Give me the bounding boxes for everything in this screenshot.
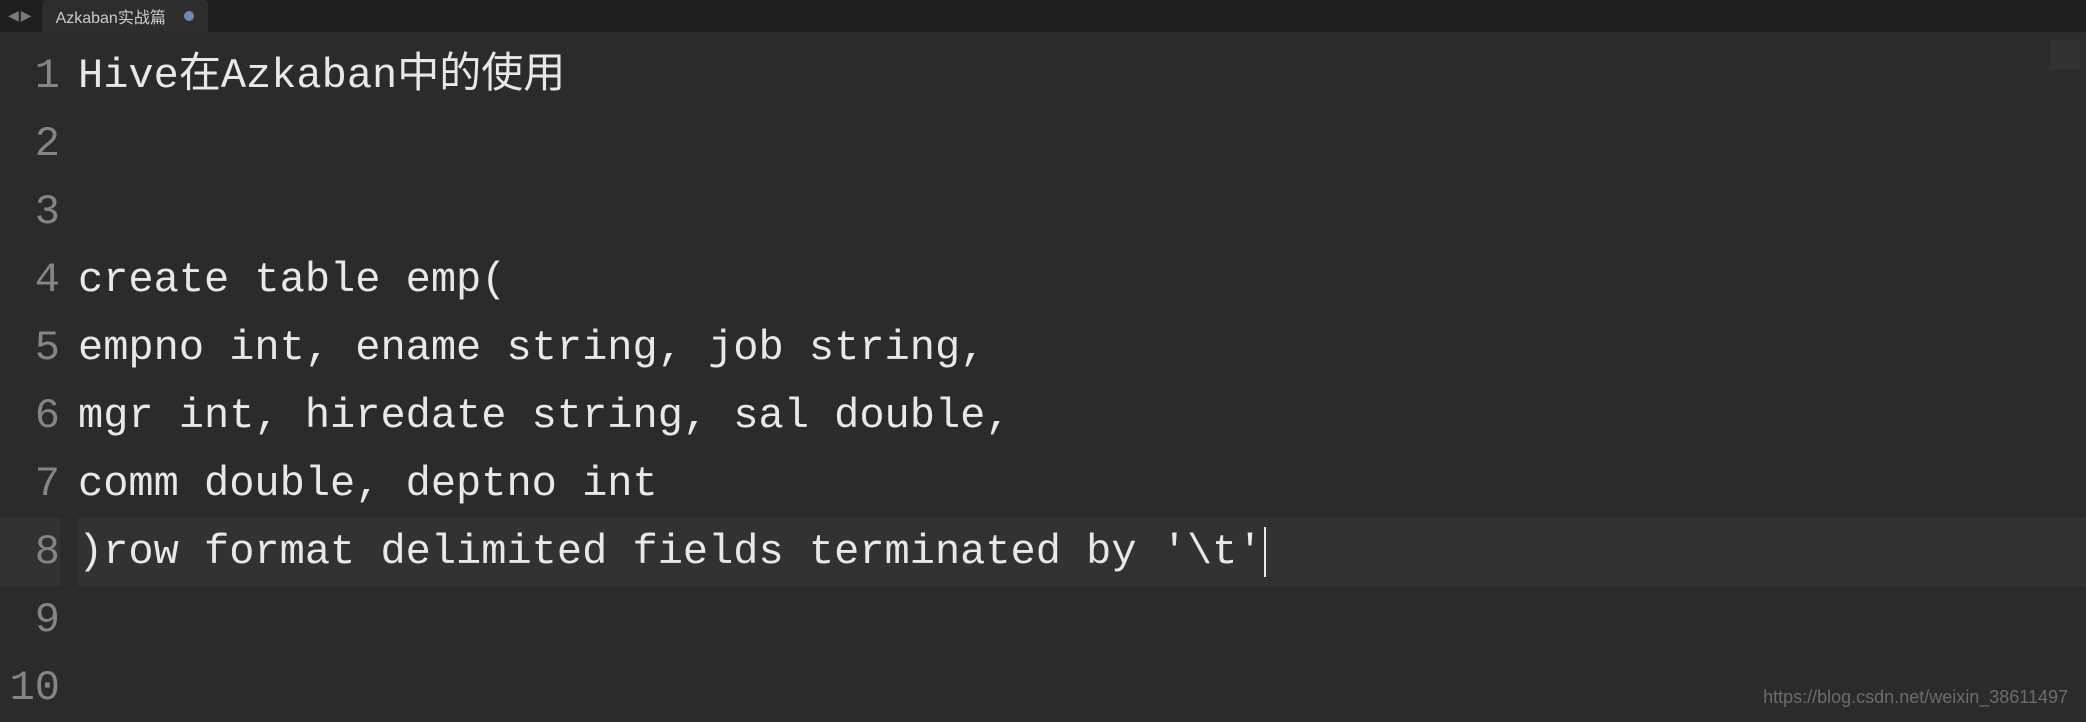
code-line: comm double, deptno int (78, 450, 2086, 518)
editor: 1 2 3 4 5 6 7 8 9 10 Hive在Azkaban中的使用 cr… (0, 32, 2086, 718)
code-line: empno int, ename string, job string, (78, 314, 2086, 382)
nav-back-icon[interactable]: ◀ (8, 8, 19, 25)
line-number: 4 (0, 246, 60, 314)
code-line (78, 586, 2086, 654)
line-number: 9 (0, 586, 60, 654)
line-number: 6 (0, 382, 60, 450)
line-number-gutter: 1 2 3 4 5 6 7 8 9 10 (0, 42, 78, 718)
code-line: create table emp( (78, 246, 2086, 314)
line-number: 2 (0, 110, 60, 178)
line-number: 3 (0, 178, 60, 246)
nav-forward-icon[interactable]: ▶ (21, 8, 32, 25)
line-number: 1 (0, 42, 60, 110)
line-number: 7 (0, 450, 60, 518)
line-number: 8 (0, 518, 60, 586)
text-cursor-icon (1264, 527, 1266, 577)
tab-bar: ◀ ▶ Azkaban实战篇 (0, 0, 2086, 32)
nav-arrows: ◀ ▶ (8, 8, 32, 25)
minimap[interactable] (2050, 40, 2080, 70)
code-line (78, 110, 2086, 178)
code-line (78, 178, 2086, 246)
watermark: https://blog.csdn.net/weixin_38611497 (1763, 687, 2068, 708)
code-line: Hive在Azkaban中的使用 (78, 42, 2086, 110)
code-line: )row format delimited fields terminated … (78, 518, 2086, 586)
tab-modified-indicator-icon (184, 11, 194, 21)
line-number: 10 (0, 654, 60, 722)
line-number: 5 (0, 314, 60, 382)
code-line: mgr int, hiredate string, sal double, (78, 382, 2086, 450)
code-area[interactable]: Hive在Azkaban中的使用 create table emp( empno… (78, 42, 2086, 718)
editor-tab[interactable]: Azkaban实战篇 (42, 0, 208, 32)
tab-title: Azkaban实战篇 (56, 4, 166, 28)
